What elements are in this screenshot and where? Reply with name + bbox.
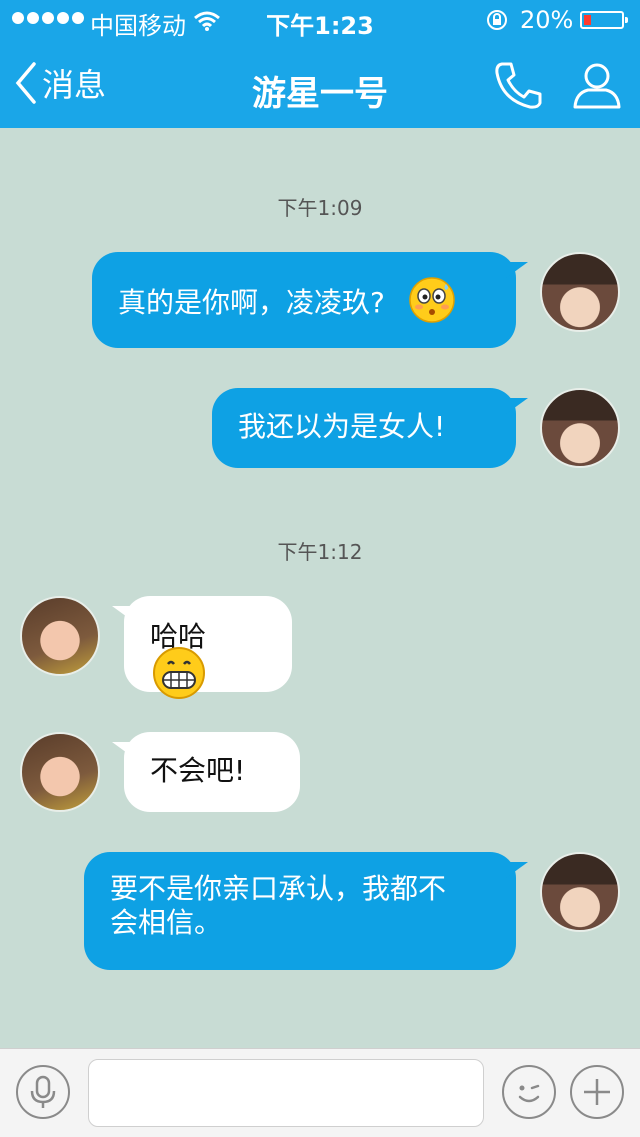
message-input[interactable]: [88, 1059, 484, 1127]
status-bar: 中国移动 下午1:23 20%: [0, 0, 640, 40]
message-bubble-outgoing[interactable]: 真的是你啊，凌凌玖?: [92, 252, 528, 348]
person-icon[interactable]: [572, 60, 622, 114]
avatar-contact[interactable]: [20, 732, 100, 812]
message-bubble-outgoing[interactable]: 我还以为是女人!: [212, 388, 528, 468]
message-text: 不会吧!: [150, 754, 246, 787]
phone-icon[interactable]: [494, 60, 542, 114]
timestamp: 下午1:09: [277, 196, 363, 220]
message-text-line: 要不是你亲口承认，我都不: [110, 872, 447, 905]
avatar-contact[interactable]: [20, 596, 100, 676]
avatar-self[interactable]: [540, 252, 620, 332]
chat-title: 游星一号: [252, 74, 388, 114]
rotation-lock-icon: [486, 9, 510, 37]
top-bar: 中国移动 下午1:23 20% 消息 游星一号: [0, 0, 640, 128]
chat-area[interactable]: 下午1:09 真的是你啊，凌凌玖? 我还以为是女人! 下午1:12 哈哈 不会吧…: [0, 128, 640, 1048]
avatar-self[interactable]: [540, 388, 620, 468]
microphone-icon[interactable]: [16, 1065, 70, 1119]
wink-face-icon[interactable]: [502, 1065, 556, 1119]
message-text: 真的是你啊，凌凌玖?: [118, 286, 385, 319]
plus-icon[interactable]: [570, 1065, 624, 1119]
battery-icon: [580, 11, 628, 29]
message-text: 我还以为是女人!: [238, 410, 446, 443]
surprised-emoji: [408, 276, 456, 332]
message-bubble-outgoing[interactable]: 要不是你亲口承认，我都不 会相信。: [84, 852, 528, 970]
grin-emoji: [152, 646, 206, 708]
avatar-self[interactable]: [540, 852, 620, 932]
message-text-line: 会相信。: [110, 906, 223, 939]
battery-percent: 20%: [520, 6, 574, 34]
message-bubble-incoming[interactable]: 哈哈: [112, 596, 292, 699]
timestamp: 下午1:12: [277, 540, 363, 564]
navigation-bar: 消息 游星一号: [0, 40, 640, 128]
message-bubble-incoming[interactable]: 不会吧!: [112, 732, 300, 812]
input-bar: [0, 1048, 640, 1137]
